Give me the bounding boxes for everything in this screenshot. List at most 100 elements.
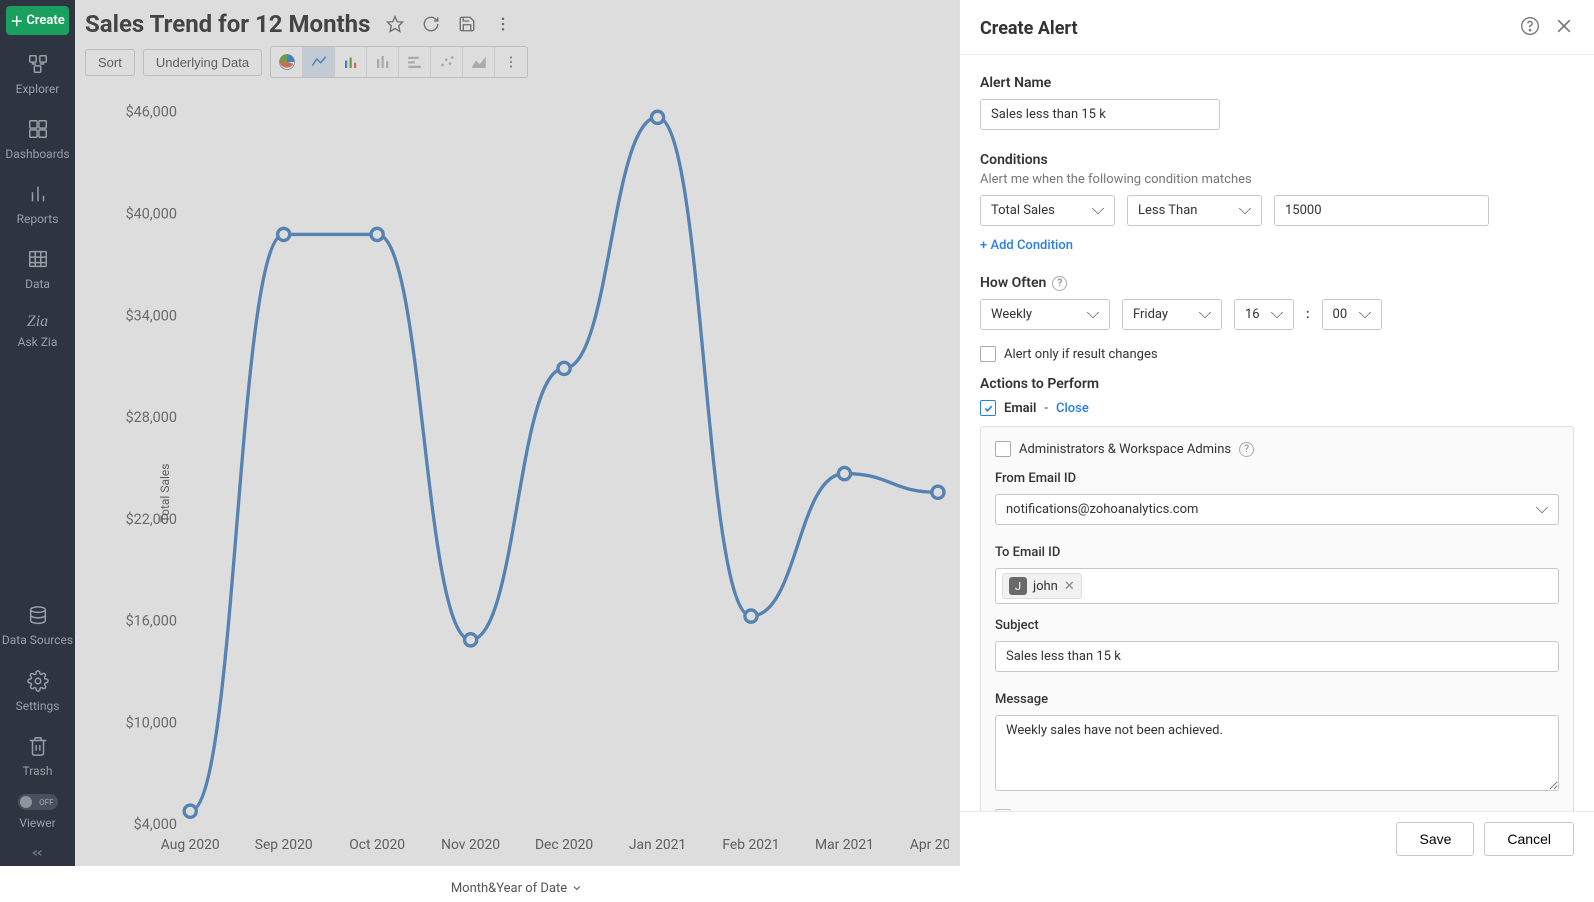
sidebar-item-trash[interactable]: Trash (0, 723, 75, 788)
close-icon[interactable] (1554, 16, 1574, 40)
panel-footer: Save Cancel (960, 811, 1594, 866)
save-button[interactable]: Save (1396, 822, 1474, 856)
condition-field-select[interactable]: Total Sales (980, 195, 1115, 226)
email-action-toggle[interactable]: Email - Close (980, 400, 1574, 416)
checkbox-icon (995, 441, 1011, 457)
help-icon[interactable] (1520, 16, 1540, 40)
admins-checkbox[interactable]: Administrators & Workspace Admins ? (995, 441, 1559, 457)
more-icon[interactable] (492, 13, 514, 35)
condition-value-input[interactable] (1274, 195, 1489, 226)
help-icon[interactable]: ? (1239, 442, 1254, 457)
time-colon: : (1306, 307, 1310, 322)
pie-chart-icon[interactable] (271, 47, 303, 77)
message-label: Message (995, 692, 1559, 707)
admins-label: Administrators & Workspace Admins (1019, 442, 1231, 457)
from-email-select[interactable]: notifications@zohoanalytics.com (995, 494, 1559, 525)
minute-select[interactable]: 00 (1322, 299, 1382, 330)
day-select[interactable]: Friday (1122, 299, 1222, 330)
sidebar-item-label: Trash (23, 764, 53, 778)
include-report-checkbox[interactable]: Include Report (995, 809, 1559, 811)
include-report-label: Include Report (1019, 810, 1103, 812)
data-icon (27, 248, 49, 273)
checkbox-checked-icon (980, 400, 996, 416)
only-if-changes-label: Alert only if result changes (1004, 347, 1158, 362)
x-axis-label: Month&Year of Date (451, 881, 567, 896)
svg-text:Feb 2021: Feb 2021 (722, 837, 779, 853)
save-icon[interactable] (456, 13, 478, 35)
alert-name-input[interactable] (980, 99, 1220, 130)
chart-more-icon[interactable] (495, 47, 527, 77)
cancel-button[interactable]: Cancel (1484, 822, 1574, 856)
stacked-bar-icon[interactable] (367, 47, 399, 77)
sidebar-item-label: Ask Zia (18, 335, 58, 349)
to-email-input[interactable]: J john ✕ (995, 568, 1559, 604)
y-axis-title: Total Sales (158, 463, 172, 522)
dash: - (1044, 401, 1048, 416)
frequency-select[interactable]: Weekly (980, 299, 1110, 330)
sidebar-item-dashboards[interactable]: Dashboards (0, 106, 75, 171)
reports-icon (27, 183, 49, 208)
sidebar-item-settings[interactable]: Settings (0, 658, 75, 723)
sidebar: ＋ Create Explorer Dashboards Reports Dat… (0, 0, 75, 866)
area-chart-icon[interactable] (463, 47, 495, 77)
hour-select[interactable]: 16 (1234, 299, 1294, 330)
underlying-data-button[interactable]: Underlying Data (143, 49, 262, 76)
remove-token-icon[interactable]: ✕ (1064, 579, 1075, 594)
help-icon[interactable]: ? (1052, 276, 1067, 291)
svg-text:Oct 2020: Oct 2020 (349, 837, 405, 853)
report-area: Sales Trend for 12 Months Sort Underlyin… (75, 0, 959, 866)
data-sources-icon (27, 605, 49, 630)
plus-icon: ＋ (10, 11, 23, 30)
only-if-changes-checkbox[interactable]: Alert only if result changes (980, 346, 1574, 362)
create-button[interactable]: ＋ Create (6, 6, 69, 35)
bar-chart-icon[interactable] (335, 47, 367, 77)
recipient-token: J john ✕ (1002, 573, 1082, 599)
recipient-name: john (1033, 579, 1058, 594)
svg-text:Mar 2021: Mar 2021 (815, 837, 874, 853)
sidebar-item-data[interactable]: Data (0, 236, 75, 301)
condition-operator-select[interactable]: Less Than (1127, 195, 1262, 226)
line-chart-icon[interactable] (303, 47, 335, 77)
svg-text:$34,000: $34,000 (126, 307, 177, 324)
create-label: Create (26, 13, 64, 28)
ask-zia-icon: Zia (27, 313, 48, 331)
chevron-down-icon (571, 882, 583, 894)
sidebar-item-ask-zia[interactable]: Zia Ask Zia (0, 301, 75, 359)
svg-text:Apr 2021: Apr 2021 (910, 837, 949, 853)
sidebar-item-reports[interactable]: Reports (0, 171, 75, 236)
subject-input[interactable] (995, 641, 1559, 672)
sidebar-item-label: Data (25, 277, 50, 291)
checkbox-icon (980, 346, 996, 362)
alert-name-label: Alert Name (980, 75, 1574, 91)
report-toolbar: Sort Underlying Data (75, 42, 959, 84)
refresh-icon[interactable] (420, 13, 442, 35)
viewer-toggle[interactable]: OFF (18, 794, 58, 810)
add-condition-link[interactable]: + Add Condition (980, 238, 1574, 253)
avatar: J (1009, 577, 1027, 595)
sort-button[interactable]: Sort (85, 49, 135, 76)
svg-text:$40,000: $40,000 (126, 205, 177, 222)
svg-text:$10,000: $10,000 (126, 714, 177, 731)
panel-header: Create Alert (960, 0, 1594, 55)
scatter-chart-icon[interactable] (431, 47, 463, 77)
chart-area: Total Sales $4,000$10,000$16,000$22,000$… (75, 84, 959, 902)
panel-title: Create Alert (980, 18, 1078, 39)
report-header: Sales Trend for 12 Months (75, 0, 959, 42)
sidebar-item-data-sources[interactable]: Data Sources (0, 593, 75, 658)
create-alert-panel: Create Alert Alert Name Conditions Alert… (959, 0, 1594, 866)
sidebar-item-label: Dashboards (5, 147, 69, 161)
horizontal-bar-icon[interactable] (399, 47, 431, 77)
how-often-label: How Often ? (980, 275, 1574, 291)
sidebar-item-explorer[interactable]: Explorer (0, 41, 75, 106)
email-close-link[interactable]: Close (1056, 401, 1089, 416)
collapse-handle[interactable] (0, 840, 75, 866)
svg-text:Aug 2020: Aug 2020 (161, 837, 220, 853)
chart-type-group (270, 46, 528, 78)
x-axis-title[interactable]: Month&Year of Date (451, 881, 583, 896)
star-icon[interactable] (384, 13, 406, 35)
panel-body: Alert Name Conditions Alert me when the … (960, 55, 1594, 811)
message-input[interactable] (995, 715, 1559, 791)
dashboards-icon (27, 118, 49, 143)
to-email-label: To Email ID (995, 545, 1559, 560)
viewer-toggle-text: OFF (39, 798, 53, 807)
